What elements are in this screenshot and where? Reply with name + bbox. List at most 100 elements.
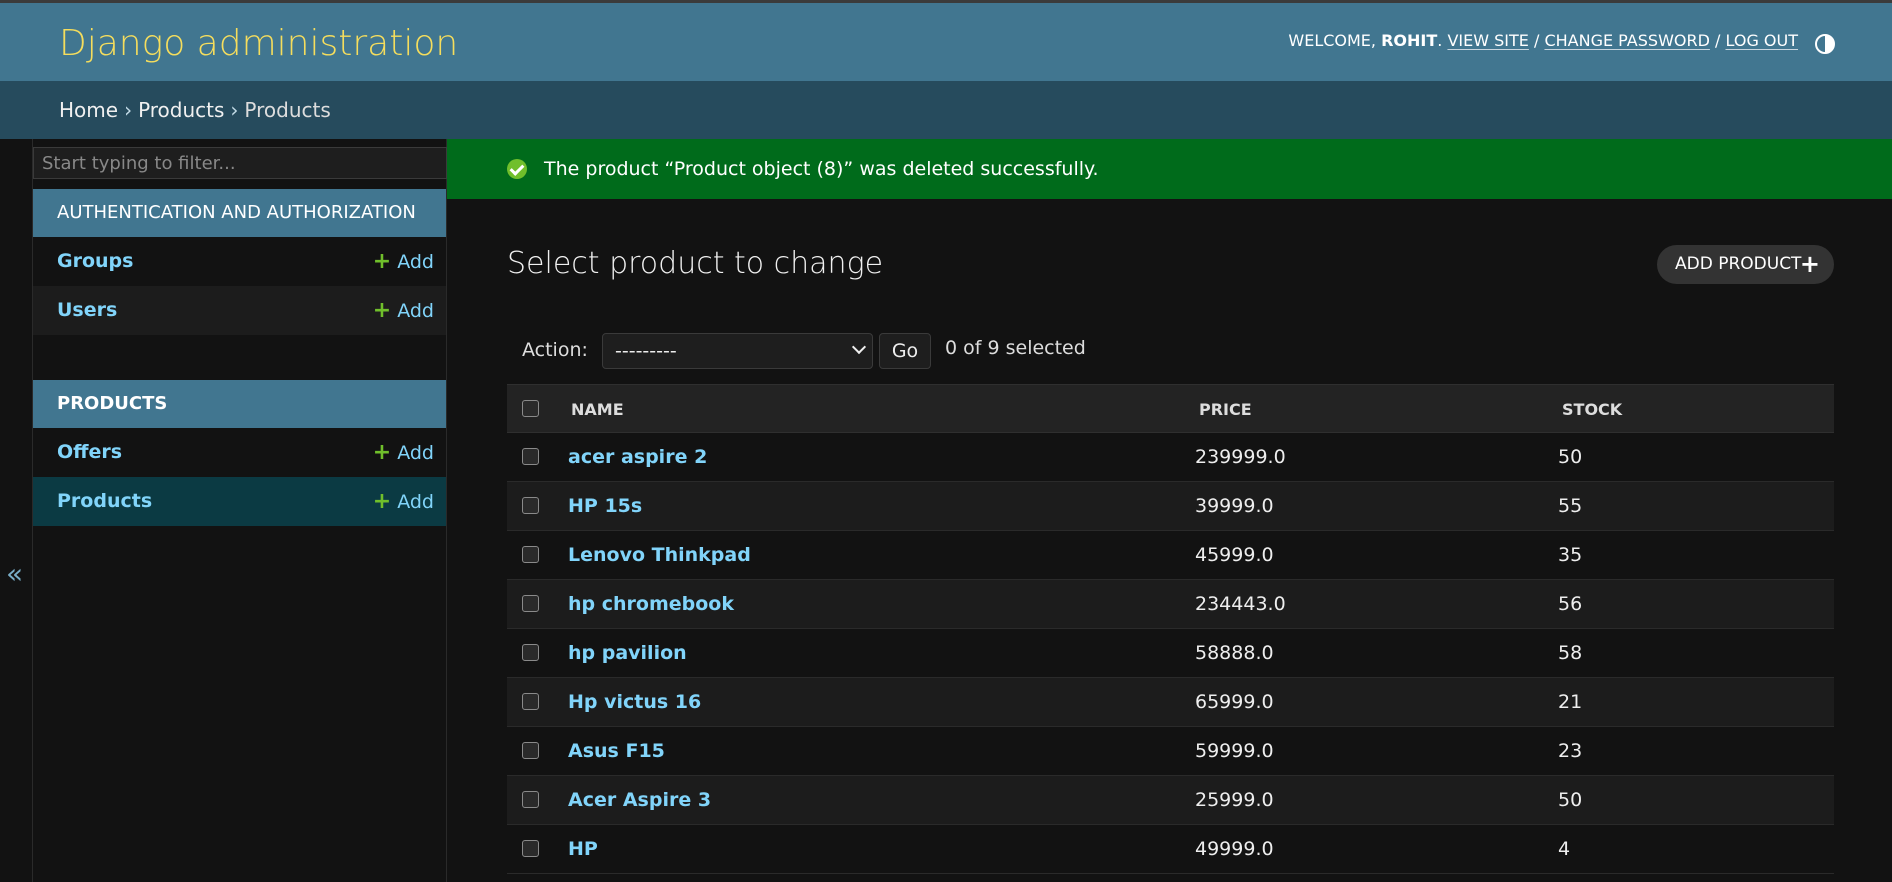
product-price: 58888.0 (1195, 642, 1274, 664)
add-label: Add (397, 491, 434, 513)
row-checkbox[interactable] (522, 742, 539, 759)
column-header-stock[interactable]: Stock (1562, 385, 1622, 434)
product-price: 39999.0 (1195, 495, 1274, 517)
table-row: HP 15s 39999.0 55 (507, 482, 1834, 531)
row-checkbox[interactable] (522, 448, 539, 465)
table-row: hp pavilion 58888.0 58 (507, 629, 1834, 678)
sidebar-filter-input[interactable] (33, 147, 447, 179)
action-selected-value: --------- (615, 340, 677, 362)
header: Django administration Welcome, Rohit. Vi… (0, 0, 1892, 81)
table-row: Asus F15 59999.0 23 (507, 727, 1834, 776)
breadcrumb-app[interactable]: Products (138, 98, 224, 122)
add-offers-link[interactable]: + Add (373, 428, 434, 478)
go-button[interactable]: Go (879, 333, 931, 369)
app-caption-products[interactable]: Products (33, 380, 446, 428)
add-users-link[interactable]: + Add (373, 286, 434, 336)
add-product-label: Add product (1675, 254, 1802, 274)
page-title: Select product to change (507, 246, 884, 281)
product-price: 234443.0 (1195, 593, 1286, 615)
product-price: 65999.0 (1195, 691, 1274, 713)
product-name-link[interactable]: Lenovo Thinkpad (568, 531, 751, 580)
breadcrumb-home[interactable]: Home (59, 98, 118, 122)
product-price: 45999.0 (1195, 544, 1274, 566)
row-checkbox[interactable] (522, 644, 539, 661)
breadcrumb-current: Products (244, 98, 331, 122)
sidebar: Authentication and Authorization Groups … (33, 139, 447, 882)
change-password-link[interactable]: Change password (1544, 31, 1709, 50)
result-table: Name Price Stock acer aspire 2 239999.0 50… (507, 384, 1834, 874)
view-site-link[interactable]: View site (1447, 31, 1528, 50)
action-select[interactable]: --------- (602, 333, 873, 369)
product-name-link[interactable]: hp pavilion (568, 629, 687, 678)
app-caption-auth[interactable]: Authentication and Authorization (33, 189, 446, 237)
breadcrumb-separator: › (230, 98, 239, 122)
add-label: Add (397, 442, 434, 464)
success-message: The product “Product object (8)” was del… (447, 139, 1892, 199)
product-price: 25999.0 (1195, 789, 1274, 811)
row-checkbox[interactable] (522, 791, 539, 808)
sidebar-item-products: Products + Add (33, 477, 446, 526)
product-stock: 56 (1558, 593, 1583, 615)
separator: / (1715, 31, 1721, 50)
table-row: Lenovo Thinkpad 45999.0 35 (507, 531, 1834, 580)
product-price: 59999.0 (1195, 740, 1274, 762)
product-name-link[interactable]: acer aspire 2 (568, 433, 707, 482)
plus-icon: + (372, 298, 392, 323)
table-row: acer aspire 2 239999.0 50 (507, 433, 1834, 482)
plus-icon: + (372, 440, 392, 465)
table-row: HP 49999.0 4 (507, 825, 1834, 874)
product-stock: 35 (1558, 544, 1583, 566)
add-products-link[interactable]: + Add (373, 477, 434, 527)
sidebar-item-label[interactable]: Groups (57, 250, 133, 272)
product-stock: 23 (1558, 740, 1583, 762)
sidebar-item-offers: Offers + Add (33, 428, 446, 477)
add-groups-link[interactable]: + Add (373, 237, 434, 287)
product-name-link[interactable]: Asus F15 (568, 727, 665, 776)
table-row: Acer Aspire 3 25999.0 50 (507, 776, 1834, 825)
product-stock: 58 (1558, 642, 1583, 664)
row-checkbox[interactable] (522, 840, 539, 857)
product-name-link[interactable]: HP (568, 825, 598, 874)
add-label: Add (397, 300, 434, 322)
log-out-link[interactable]: Log out (1726, 31, 1799, 50)
product-name-link[interactable]: HP 15s (568, 482, 642, 531)
add-product-button[interactable]: Add product + (1657, 245, 1834, 284)
sidebar-item-groups: Groups + Add (33, 237, 446, 286)
theme-toggle-icon[interactable] (1815, 34, 1835, 54)
sidebar-item-label[interactable]: Offers (57, 441, 122, 463)
action-label: Action: (522, 339, 588, 361)
product-price: 239999.0 (1195, 446, 1286, 468)
row-checkbox[interactable] (522, 497, 539, 514)
product-name-link[interactable]: Acer Aspire 3 (568, 776, 711, 825)
row-checkbox[interactable] (522, 595, 539, 612)
row-checkbox[interactable] (522, 693, 539, 710)
column-header-price[interactable]: Price (1199, 385, 1252, 434)
breadcrumb-separator: › (124, 98, 133, 122)
site-title[interactable]: Django administration (59, 23, 458, 64)
column-header-name[interactable]: Name (571, 385, 624, 434)
select-all-checkbox[interactable] (522, 400, 539, 417)
username: Rohit (1381, 31, 1438, 50)
message-text: The product “Product object (8)” was del… (544, 158, 1099, 180)
chevron-down-icon (851, 339, 867, 355)
row-checkbox[interactable] (522, 546, 539, 563)
sidebar-item-users: Users + Add (33, 286, 446, 335)
table-body: acer aspire 2 239999.0 50 HP 15s 39999.0 55 Le… (507, 433, 1834, 874)
product-name-link[interactable]: hp chromebook (568, 580, 734, 629)
table-row: hp chromebook 234443.0 56 (507, 580, 1834, 629)
welcome-text: Welcome, (1288, 31, 1376, 50)
product-stock: 50 (1558, 789, 1583, 811)
table-header: Name Price Stock (507, 384, 1834, 433)
sidebar-item-label[interactable]: Users (57, 299, 117, 321)
plus-icon: + (372, 249, 392, 274)
separator: / (1533, 31, 1540, 50)
product-stock: 55 (1558, 495, 1583, 517)
plus-icon: + (372, 489, 392, 514)
product-name-link[interactable]: Hp victus 16 (568, 678, 701, 727)
sidebar-collapse-button[interactable]: « (0, 139, 33, 882)
add-label: Add (397, 251, 434, 273)
product-stock: 4 (1558, 838, 1571, 860)
product-price: 49999.0 (1195, 838, 1274, 860)
sidebar-item-label[interactable]: Products (57, 490, 152, 512)
double-chevron-left-icon: « (6, 557, 24, 590)
